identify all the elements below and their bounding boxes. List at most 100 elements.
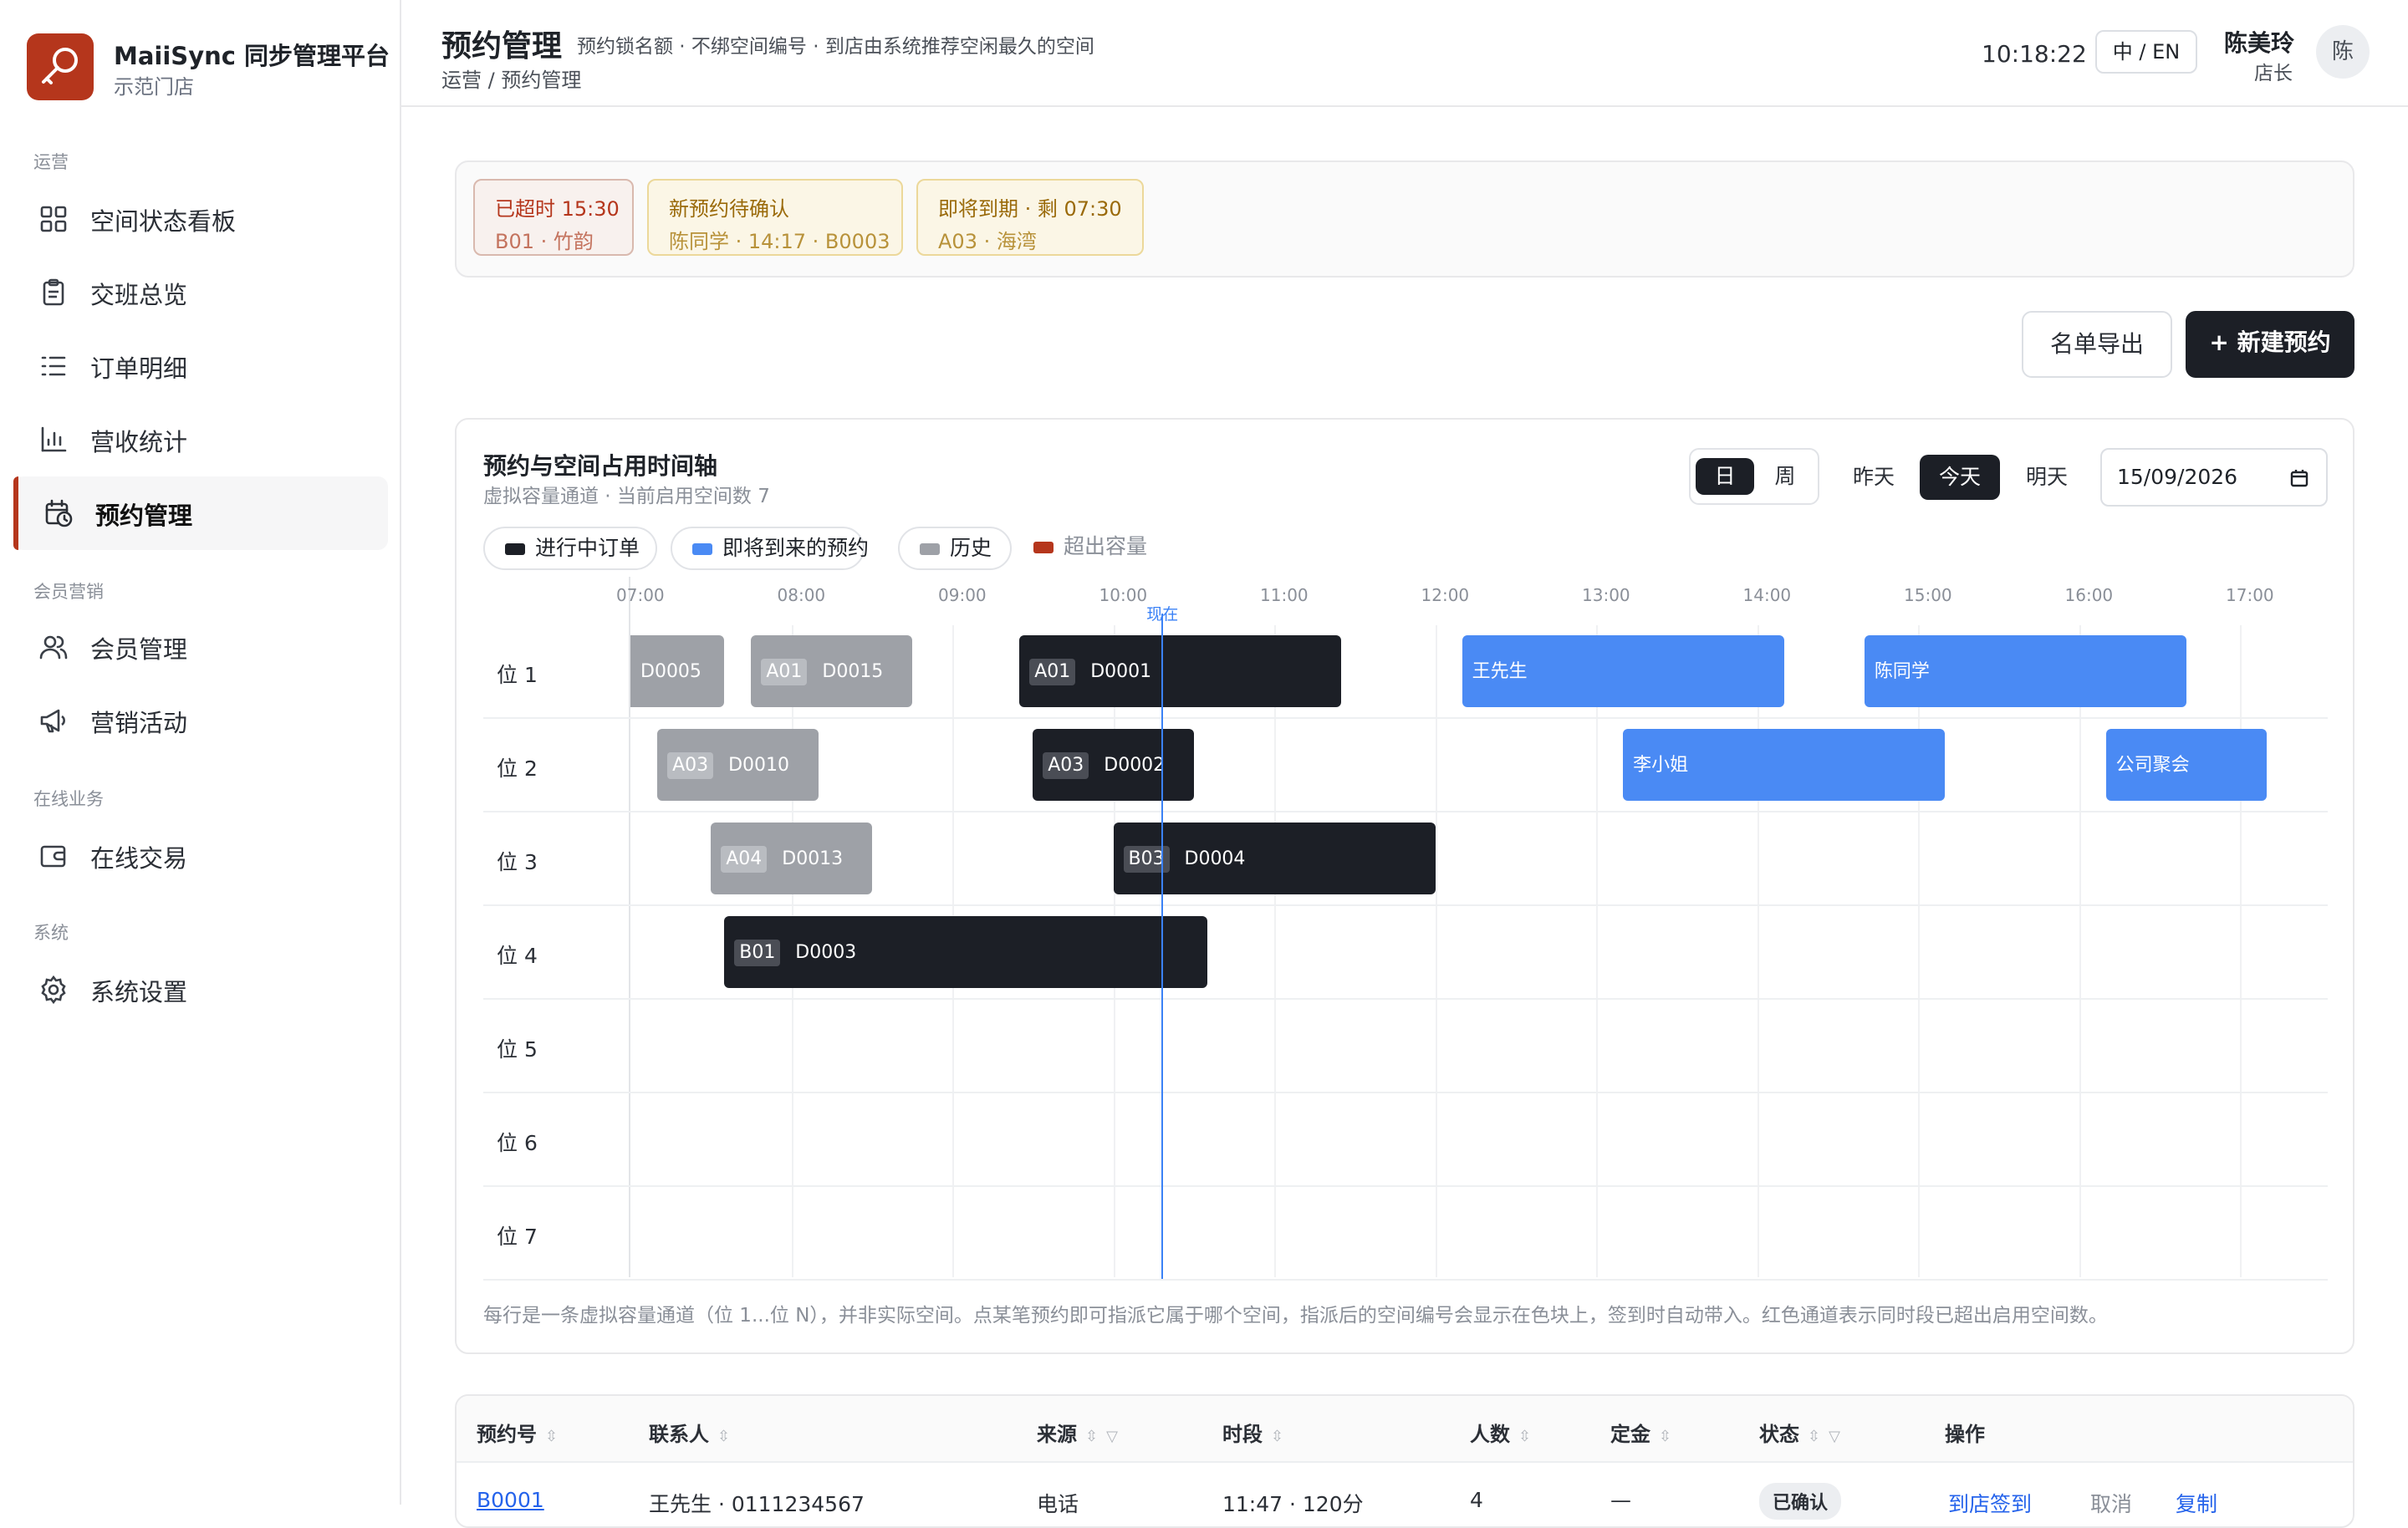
status-badge: 已确认: [1759, 1483, 1842, 1520]
sidebar-item-shift-overview[interactable]: 交班总览: [13, 256, 388, 329]
tomorrow-button[interactable]: 明天: [2012, 456, 2082, 498]
cancel-link[interactable]: 取消: [2090, 1488, 2132, 1518]
booking-block[interactable]: A03 D0010: [657, 729, 819, 801]
alert-new-booking[interactable]: 新预约待确认 陈同学 · 14:17 · B0003: [647, 179, 903, 256]
lane-gridline: [483, 1185, 2328, 1187]
export-list-button[interactable]: 名单导出: [2022, 311, 2172, 378]
page-title: 预约管理: [441, 29, 563, 64]
page-subtitle: 预约锁名额 · 不绑空间编号 · 到店由系统推荐空闲最久的空间: [577, 36, 1094, 58]
sort-icon[interactable]: ⇳: [1518, 1428, 1531, 1445]
lane-gridline: [483, 998, 2328, 1000]
today-button[interactable]: 今天: [1920, 455, 2000, 500]
legend-history[interactable]: 历史: [898, 527, 1012, 570]
booking-block[interactable]: A03 D0002: [1033, 729, 1194, 801]
language-toggle[interactable]: 中 / EN: [2095, 30, 2197, 74]
filter-icon[interactable]: ▽: [1829, 1428, 1840, 1445]
date-picker[interactable]: 15/09/2026: [2100, 448, 2328, 507]
sidebar-item-settings[interactable]: 系统设置: [13, 953, 388, 1026]
sidebar-item-revenue-stats[interactable]: 营收统计: [13, 403, 388, 476]
sidebar-item-reservations[interactable]: 预约管理: [13, 476, 388, 550]
sidebar-item-order-details[interactable]: 订单明细: [13, 329, 388, 403]
booking-block[interactable]: A04 D0013: [711, 823, 872, 894]
brand-title: MaiiSync 同步管理平台: [114, 42, 390, 70]
booking-block[interactable]: 公司聚会: [2105, 729, 2268, 801]
yesterday-button[interactable]: 昨天: [1839, 456, 1908, 498]
copy-link[interactable]: 复制: [2176, 1488, 2217, 1518]
sort-icon[interactable]: ⇳: [1808, 1428, 1820, 1445]
hour-gridline: [1435, 625, 1437, 1277]
megaphone-icon: [40, 709, 65, 733]
new-reservation-button[interactable]: + 新建预约: [2186, 311, 2354, 378]
column-header[interactable]: 预约号 ⇳: [477, 1418, 558, 1447]
lane-gridline: [483, 717, 2328, 719]
column-header[interactable]: 状态 ⇳ ▽: [1759, 1418, 1840, 1447]
check-in-link[interactable]: 到店签到: [1948, 1488, 2032, 1518]
breadcrumb[interactable]: 运营 / 预约管理: [441, 64, 581, 93]
booking-label: 公司聚会: [2115, 755, 2190, 776]
booking-label: D0001: [1090, 661, 1152, 682]
sort-icon[interactable]: ⇳: [717, 1428, 730, 1445]
legend-over-capacity[interactable]: 超出容量: [1013, 527, 1147, 570]
booking-block[interactable]: 陈同学: [1864, 635, 2186, 707]
booking-block[interactable]: A01 D0001: [1019, 635, 1342, 707]
column-header[interactable]: 定金 ⇳: [1610, 1418, 1671, 1447]
legend-active[interactable]: 进行中订单: [483, 527, 657, 570]
hour-gridline: [1757, 625, 1759, 1277]
alert-title: 新预约待确认: [669, 197, 789, 221]
reservation-table: 预约号 ⇳ 联系人 ⇳ 来源 ⇳ ▽ 时段 ⇳ 人数 ⇳ 定金 ⇳ 状态 ⇳ ▽ 操作 B0001 王先生 · …: [455, 1394, 2354, 1528]
user-name[interactable]: 陈美玲: [2224, 25, 2294, 59]
column-header-label: 联系人: [649, 1423, 709, 1446]
calendar-clock-icon: [45, 499, 73, 527]
alert-overdue[interactable]: 已超时 15:30 B01 · 竹韵: [473, 179, 634, 256]
legend-swatch: [920, 543, 940, 555]
sidebar-item-campaigns[interactable]: 营销活动: [13, 684, 388, 757]
alert-title: 已超时 15:30: [495, 197, 620, 221]
now-indicator: [1161, 614, 1164, 1279]
legend-upcoming[interactable]: 即将到来的预约: [671, 527, 869, 570]
legend-swatch: [692, 543, 712, 555]
booking-block[interactable]: 李小姐: [1623, 729, 1946, 801]
lane-gridline: [483, 1279, 2328, 1281]
avatar[interactable]: 陈: [2316, 25, 2370, 79]
sidebar-item-space-board[interactable]: 空间状态看板: [13, 182, 388, 256]
people-cell: 4: [1470, 1488, 1483, 1512]
column-header[interactable]: 操作: [1945, 1418, 1985, 1447]
column-header-label: 操作: [1945, 1423, 1985, 1446]
booking-block[interactable]: A01 D0015: [751, 635, 912, 707]
hour-tick-label: 07:00: [616, 585, 665, 605]
alert-expiring[interactable]: 即将到期 · 剩 07:30 A03 · 海湾: [916, 179, 1144, 256]
hour-tick-label: 13:00: [1582, 585, 1630, 605]
column-header[interactable]: 时段 ⇳: [1222, 1418, 1283, 1447]
sort-icon[interactable]: ⇳: [1271, 1428, 1283, 1445]
sidebar-item-members[interactable]: 会员管理: [13, 610, 388, 684]
filter-icon[interactable]: ▽: [1106, 1428, 1118, 1445]
nav-section-label: 系统: [33, 923, 69, 943]
reservation-id-link[interactable]: B0001: [477, 1488, 544, 1512]
sort-icon[interactable]: ⇳: [545, 1428, 558, 1445]
sidebar-item-online-trade[interactable]: 在线交易: [13, 819, 388, 893]
booking-block[interactable]: 王先生: [1462, 635, 1784, 707]
timeline-note: 每行是一条虚拟容量通道（位 1...位 N），并非实际空间。点某笔预约即可指派它…: [483, 1305, 2108, 1327]
column-header-label: 定金: [1610, 1423, 1650, 1446]
hour-tick-label: 17:00: [2226, 585, 2274, 605]
hour-gridline: [2240, 625, 2242, 1277]
booking-block[interactable]: D0005: [630, 635, 725, 707]
booking-block[interactable]: B01 D0003: [724, 916, 1207, 988]
grid-icon: [40, 206, 67, 232]
booking-label: 王先生: [1472, 661, 1528, 682]
user-role: 店长: [2254, 63, 2293, 84]
deposit-cell: —: [1610, 1488, 1631, 1512]
slot-cell: 11:47 · 120分: [1222, 1492, 1364, 1516]
nav-section-label: 在线业务: [33, 789, 104, 809]
lane-label: 位 4: [497, 944, 538, 968]
search-key-icon: [42, 48, 78, 84]
sort-icon[interactable]: ⇳: [1659, 1428, 1671, 1445]
view-day-button[interactable]: 日: [1696, 458, 1754, 495]
column-header[interactable]: 人数 ⇳: [1470, 1418, 1531, 1447]
alert-detail: A03 · 海湾: [938, 230, 1037, 253]
view-week-button[interactable]: 周: [1756, 458, 1814, 495]
sort-icon[interactable]: ⇳: [1085, 1428, 1098, 1445]
booking-label: D0015: [822, 661, 884, 682]
column-header[interactable]: 来源 ⇳ ▽: [1037, 1418, 1118, 1447]
column-header[interactable]: 联系人 ⇳: [649, 1418, 730, 1447]
